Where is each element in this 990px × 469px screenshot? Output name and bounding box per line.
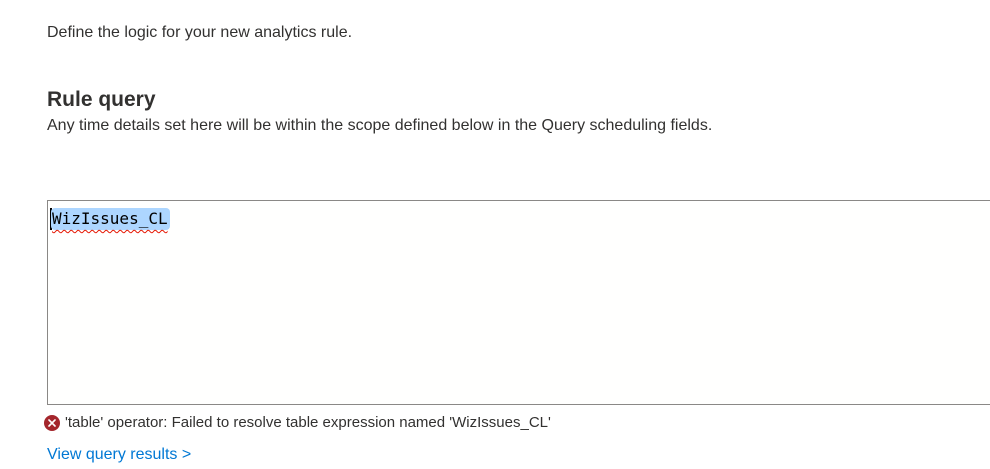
editor-line[interactable]: WizIssues_CL xyxy=(50,207,170,231)
rule-query-description: Any time details set here will be within… xyxy=(47,117,713,134)
analytics-rule-logic-page: Define the logic for your new analytics … xyxy=(0,0,990,469)
error-message: 'table' operator: Failed to resolve tabl… xyxy=(65,414,551,431)
query-error: 'table' operator: Failed to resolve tabl… xyxy=(44,413,551,433)
intro-text: Define the logic for your new analytics … xyxy=(47,24,353,41)
query-text[interactable]: WizIssues_CL xyxy=(51,208,170,230)
error-icon xyxy=(44,415,60,431)
rule-query-title: Rule query xyxy=(47,88,156,111)
rule-query-editor[interactable]: WizIssues_CL xyxy=(47,200,990,405)
view-query-results-link[interactable]: View query results > xyxy=(47,444,191,466)
